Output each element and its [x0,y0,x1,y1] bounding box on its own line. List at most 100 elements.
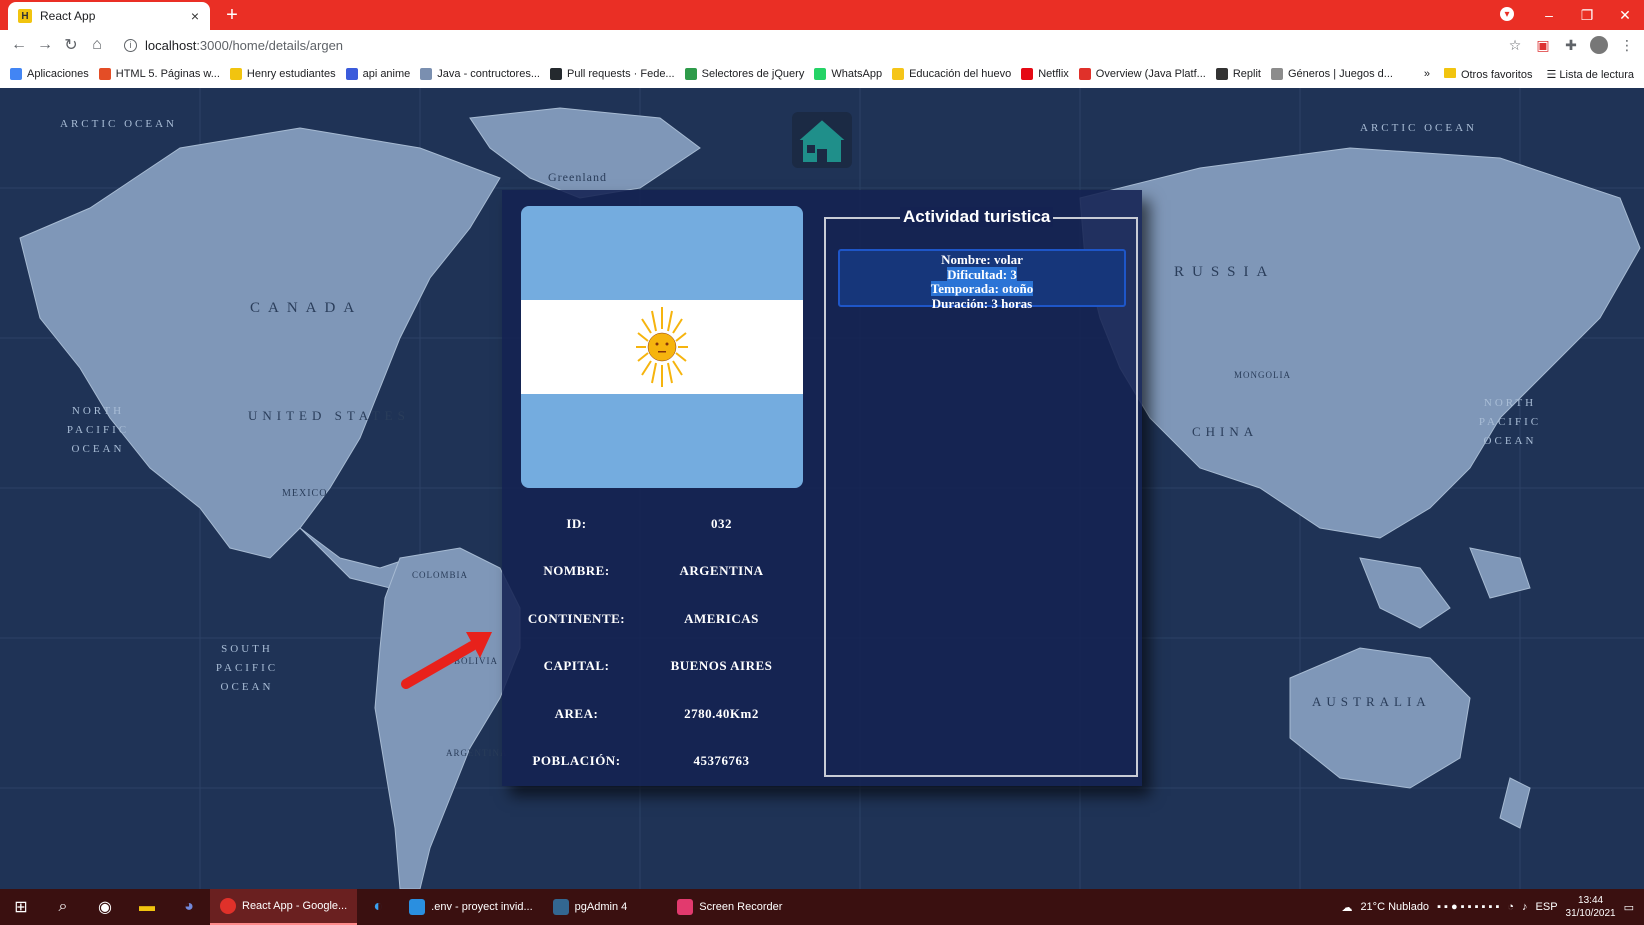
bookmark-label: Pull requests · Fede... [567,68,675,80]
vscode-icon [409,899,426,915]
address-bar[interactable]: i localhost :3000/home/details/argen [124,34,1524,56]
api-icon [345,68,358,80]
search-icon[interactable]: ⌕ [42,889,84,925]
wifi-icon[interactable]: ◔ [1507,901,1514,913]
url-path: :3000/home/details/argen [196,37,344,53]
bookmark-item[interactable]: HTML 5. Páginas w... [98,68,220,80]
close-window-button[interactable]: ✕ [1606,7,1644,24]
activity-panel: Actividad turistica Nombre: volar Dificu… [824,207,1138,777]
clock-time: 13:44 [1578,895,1604,906]
jquery-icon [684,68,697,80]
sun-of-may-icon [636,307,688,387]
field-row: CONTINENTE: AMERICAS [514,595,804,643]
tray-icons[interactable]: ▪ ▪ ● ▪ ▪ ▪ ▪ ▪ ▪ [1437,901,1499,913]
map-label-canada: CANADA [250,300,363,316]
windows-start-icon[interactable]: ⊞ [0,889,42,925]
flag-stripe-bottom [521,394,803,488]
taskbar-app-pgadmin[interactable]: pgAdmin 4 [543,889,638,925]
new-tab-button[interactable]: + [222,4,242,27]
country-details-card: ID: 032 NOMBRE: ARGENTINA CONTINENTE: AMERICA… [502,190,1142,786]
field-label: CONTINENTE: [527,610,626,626]
edge-icon[interactable]: ◐ [357,889,399,925]
taskbar-app-chrome[interactable]: React App - Google... [210,889,358,925]
tab-title: React App [40,9,96,23]
bookmark-label: Netflix [1038,68,1069,80]
cloud-icon: ☁ [1341,901,1353,914]
weather-text[interactable]: 21°C Nublado [1360,901,1429,913]
map-label-russia: RUSSIA [1174,264,1276,280]
map-label-china: CHINA [1192,424,1259,439]
tab-close-icon[interactable]: × [186,8,204,24]
screen-recorder-icon [677,899,694,915]
volume-icon[interactable]: ♪ [1522,901,1528,913]
react-app-favicon-icon: H [18,9,32,23]
bookmark-item[interactable]: WhatsApp [814,68,882,80]
taskbar-app-screen-recorder[interactable]: Screen Recorder [667,889,792,925]
other-bookmarks-folder[interactable]: Otros favoritos [1443,67,1532,81]
bookmark-item[interactable]: Netflix [1021,68,1069,80]
bookmark-item[interactable]: Aplicaciones [10,68,89,80]
bookmark-item[interactable]: Selectores de jQuery [684,68,804,80]
clock[interactable]: 13:44 31/10/2021 [1566,894,1616,920]
field-value: 032 [711,515,732,531]
henry-icon [229,68,242,80]
back-arrow-icon[interactable]: ← [6,36,32,54]
chrome-pinned-icon[interactable]: ◉ [84,889,126,925]
bookmark-item[interactable]: Replit [1215,68,1261,80]
bookmark-label: api anime [362,68,411,80]
bookmarks-overflow-button[interactable]: » [1424,68,1430,80]
map-label-mongolia: MONGOLIA [1234,370,1291,380]
language-indicator[interactable]: ESP [1536,901,1558,913]
activity-temporada: Temporada: otoño [930,281,1034,296]
bookmark-item[interactable]: Pull requests · Fede... [550,68,675,80]
map-label-arctic-left: ARCTIC OCEAN [60,118,177,130]
taskbar-app-screen-recorder-label: Screen Recorder [699,901,783,913]
home-button[interactable] [792,112,852,168]
activity-temporada-row: Temporada: otoño [840,281,1124,297]
browser-menu-icon[interactable]: ⋮ [1618,37,1636,54]
forward-arrow-icon[interactable]: → [32,36,58,54]
reading-list-icon: ☰ [1546,68,1560,81]
reading-list-button[interactable]: ☰ Lista de lectura [1546,68,1634,81]
activity-card: Nombre: volar Dificultad: 3 Temporada: o… [838,249,1126,310]
profile-avatar[interactable] [1590,36,1608,54]
bookmark-label: Aplicaciones [27,68,89,80]
bookmark-label: Replit [1232,68,1261,80]
map-label-south-pacific: SOUTH PACIFIC OCEAN [215,643,279,693]
pgadmin-icon [552,899,569,915]
taskbar-app-pgadmin-label: pgAdmin 4 [574,901,628,913]
bookmark-label: Java - contructores... [437,68,540,80]
bookmark-star-icon[interactable]: ☆ [1506,37,1524,54]
bookmark-item[interactable]: Henry estudiantes [229,68,336,80]
activity-duracion: Duración: 3 horas [931,295,1033,311]
bookmark-item[interactable]: api anime [345,68,411,80]
field-label: CAPITAL: [543,658,610,674]
minimize-button[interactable]: – [1530,7,1568,23]
github-icon [550,68,562,80]
country-flag [521,206,803,488]
extensions-puzzle-icon[interactable]: ✚ [1562,37,1580,54]
reload-icon[interactable]: ↻ [58,35,84,55]
restore-button[interactable]: ❐ [1568,7,1606,24]
notifications-icon[interactable]: ▭ [1624,901,1634,914]
browser-tab-active[interactable]: H React App × [8,2,210,30]
bookmark-item[interactable]: Géneros | Juegos d... [1270,68,1393,80]
file-explorer-icon[interactable]: ▬ [126,889,168,925]
browser-tab-bar: H React App × + ▾ – ❐ ✕ [0,0,1644,30]
bookmark-item[interactable]: Educación del huevo [892,68,1011,80]
bookmark-label: WhatsApp [831,68,883,80]
field-value: AMERICAS [684,610,759,626]
toolbar-actions: ☆ ▣ ✚ ⋮ [1506,30,1636,60]
taskbar-app-vscode[interactable]: .env - proyect invid... [399,889,543,925]
discord-icon[interactable]: ◕ [168,889,210,925]
oracle-icon [1078,68,1091,80]
activity-dificultad: Dificultad: 3 [947,266,1017,282]
extension-red-icon[interactable]: ▣ [1534,37,1552,54]
netflix-icon [1021,68,1034,80]
bookmark-item[interactable]: Java - contructores... [420,68,540,80]
home-nav-icon[interactable]: ⌂ [84,36,110,54]
site-info-icon[interactable]: i [124,38,137,52]
profile-menu-icon[interactable]: ▾ [1500,7,1514,21]
field-value: ARGENTINA [679,563,764,579]
bookmark-item[interactable]: Overview (Java Platf... [1078,68,1206,80]
